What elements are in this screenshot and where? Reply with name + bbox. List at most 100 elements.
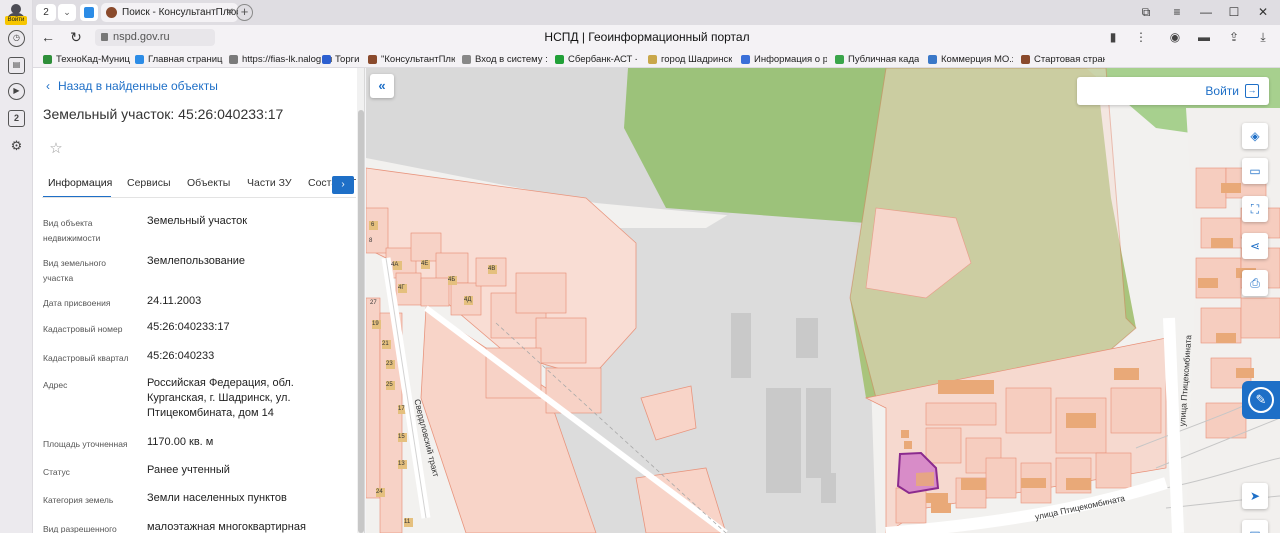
extension-icon[interactable]: ◉	[1166, 29, 1184, 46]
bookmark-item[interactable]: ТехноКад-Муниц	[43, 53, 133, 66]
login-label: Войти	[1205, 84, 1239, 98]
chat-icon: ✎	[1248, 387, 1274, 413]
select-area-icon[interactable]: ⛶	[1242, 196, 1268, 222]
ruler-icon[interactable]: ▭	[1242, 158, 1268, 184]
tabs-menu-icon[interactable]: ⧉	[1136, 4, 1156, 21]
more-icon[interactable]: ⋮	[1132, 29, 1150, 46]
bookmark-item[interactable]: Вход в систему ::	[462, 53, 547, 66]
house-number-label: 8	[369, 238, 373, 244]
house-number-label: 4В	[488, 266, 496, 272]
house-number-label: 4Б	[448, 277, 456, 283]
bookmark-favicon-icon	[43, 55, 52, 64]
chevron-right-icon[interactable]: ›	[332, 176, 354, 194]
house-number-label: 13	[398, 461, 405, 467]
chevron-down-icon[interactable]: ⌄	[58, 4, 76, 21]
minimize-icon[interactable]: —	[1196, 4, 1216, 21]
house-number-label: 24	[376, 489, 383, 495]
bookmark-item[interactable]: Торги	[322, 53, 372, 66]
bookmark-favicon-icon	[648, 55, 657, 64]
consultant-favicon-icon	[106, 7, 117, 18]
back-arrow-icon[interactable]: ←	[39, 29, 57, 46]
layers-icon[interactable]: ◈	[1242, 123, 1268, 149]
house-number-label: 4А	[391, 262, 399, 268]
number-badge-icon[interactable]: 2	[8, 110, 25, 127]
close-tab-icon[interactable]: ✕	[226, 3, 234, 22]
map-view[interactable]: 6 4А 4Е 4Б 4В 4Г 4Д 19 21 23 25 17 15 13…	[366, 68, 1280, 533]
bookmarks-bar: ТехноКад-Муниц Главная страница https://…	[33, 50, 1280, 68]
gear-icon[interactable]: ⚙	[8, 137, 25, 154]
hat-extension-icon[interactable]: ▬	[1195, 29, 1213, 46]
back-to-results-link[interactable]: ‹ Назад в найденные объекты	[46, 79, 218, 93]
house-number-label: 25	[386, 382, 393, 388]
house-number-label: 4Д	[464, 297, 472, 303]
share-icon[interactable]: ⋖	[1242, 233, 1268, 259]
close-window-icon[interactable]: ✕	[1253, 4, 1273, 21]
video-icon[interactable]: ▶	[8, 83, 25, 100]
new-tab-button[interactable]: +	[236, 4, 253, 21]
collapse-panel-button[interactable]: «	[370, 74, 394, 98]
bookmark-item[interactable]: Публичная кадаст	[835, 53, 919, 66]
bookmark-favicon-icon	[229, 55, 238, 64]
history-icon[interactable]: ◷	[8, 30, 25, 47]
menu-icon[interactable]: ≡	[1167, 4, 1187, 21]
url-text: nspd.gov.ru	[113, 31, 170, 43]
collections-icon[interactable]: ▤	[8, 57, 25, 74]
address-bar-row: ← ↻ nspd.gov.ru НСПД | Геоинформационный…	[33, 25, 1280, 50]
bookmark-favicon-icon	[928, 55, 937, 64]
bookmark-item[interactable]: город Шадринск	[648, 53, 732, 66]
profile-avatar[interactable]: Войти	[5, 3, 27, 25]
maximize-icon[interactable]: ☐	[1224, 4, 1244, 21]
bookmark-favicon-icon	[462, 55, 471, 64]
pinned-tab[interactable]	[80, 4, 98, 21]
bookmark-item[interactable]: Информация о р	[741, 53, 827, 66]
house-number-label: 23	[386, 361, 393, 367]
tab-services[interactable]: Сервисы	[127, 177, 171, 189]
share-icon[interactable]: ⇪	[1225, 29, 1243, 46]
tab-counter[interactable]: 2	[36, 4, 56, 21]
panel-scrollbar-thumb[interactable]	[358, 110, 364, 533]
download-icon[interactable]: ⤓	[1254, 29, 1272, 46]
house-number-label: 4Е	[421, 261, 429, 267]
navigation-arrow-icon[interactable]: ➤	[1242, 483, 1268, 509]
house-number-label: 27	[370, 300, 377, 306]
tab-strip: 2 ⌄ Поиск - КонсультантПлюс ✕ + ⧉ ≡ — ☐ …	[33, 0, 1280, 25]
house-number-label: 4Г	[398, 285, 405, 291]
login-button[interactable]: Войти →	[1077, 77, 1269, 105]
active-tab-title: Поиск - КонсультантПлюс	[122, 7, 238, 18]
object-title: Земельный участок: 45:26:040233:17	[43, 106, 284, 122]
house-number-label: 21	[382, 341, 389, 347]
tab-information[interactable]: Информация	[48, 177, 112, 189]
bookmark-favicon-icon	[555, 55, 564, 64]
object-info-panel: ‹ Назад в найденные объекты Земельный уча…	[33, 68, 365, 533]
print-icon[interactable]: ⎙	[1242, 270, 1268, 296]
bookmark-favicon-icon	[1021, 55, 1030, 64]
bookmark-favicon-icon	[322, 55, 331, 64]
bookmark-icon[interactable]: ▮	[1104, 29, 1122, 46]
url-field[interactable]: nspd.gov.ru	[95, 29, 215, 46]
map-canvas	[366, 68, 1280, 533]
active-tab[interactable]: Поиск - КонсультантПлюс ✕	[101, 3, 238, 22]
page-title: НСПД | Геоинформационный портал	[544, 30, 750, 44]
star-icon[interactable]: ☆	[45, 138, 67, 160]
lock-icon	[101, 33, 108, 41]
site-favicon-icon	[84, 7, 94, 18]
house-number-label: 6	[371, 222, 375, 228]
bookmark-item[interactable]: "КонсультантПлюс"	[368, 53, 455, 66]
bookmark-item[interactable]: Сбербанк-АСТ -	[555, 53, 637, 66]
reload-icon[interactable]: ↻	[67, 29, 85, 46]
house-number-label: 19	[372, 321, 379, 327]
bookmark-item[interactable]: Главная страница	[135, 53, 223, 66]
login-badge: Войти	[5, 16, 27, 25]
feedback-icon[interactable]: ▭	[1242, 520, 1268, 533]
panel-tabs: Информация Сервисы Объекты Части ЗУ Сост…	[42, 171, 356, 198]
chevron-left-icon: ‹	[46, 79, 50, 93]
tab-objects[interactable]: Объекты	[187, 177, 230, 189]
tab-parts[interactable]: Части ЗУ	[247, 177, 292, 189]
house-number-label: 11	[404, 519, 411, 525]
bookmark-favicon-icon	[135, 55, 144, 64]
support-chat-button[interactable]: ✎	[1242, 381, 1280, 419]
active-tab-indicator	[43, 196, 111, 197]
bookmark-item[interactable]: Коммерция МО.х	[928, 53, 1013, 66]
bookmark-favicon-icon	[368, 55, 377, 64]
bookmark-item[interactable]: Стартовая страница	[1021, 53, 1105, 66]
